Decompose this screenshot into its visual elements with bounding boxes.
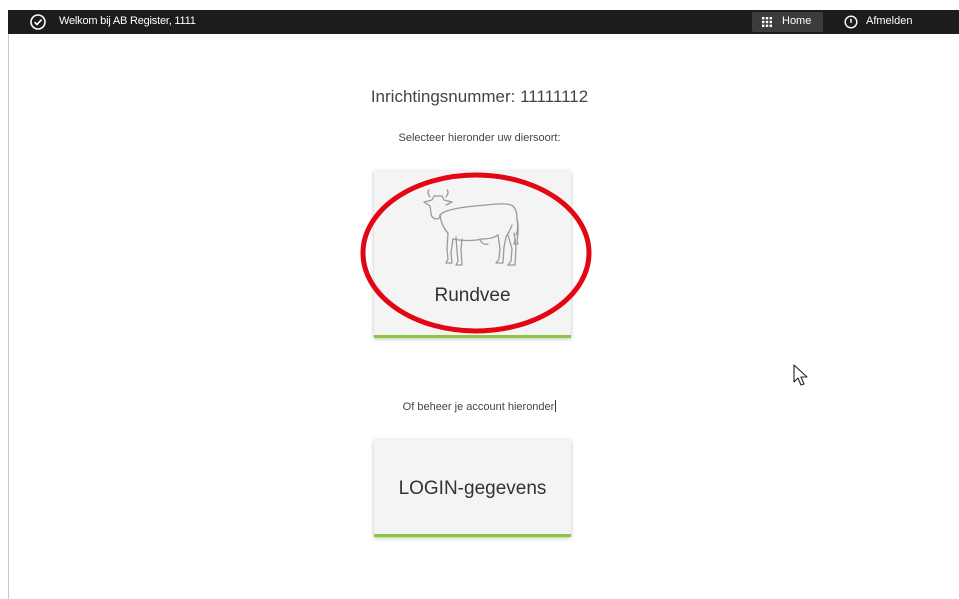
power-icon — [844, 15, 858, 29]
logout-label: Afmelden — [866, 15, 913, 27]
top-bar: Welkom bij AB Register, 1111 Home Afmeld… — [8, 10, 959, 34]
welcome-text: Welkom bij AB Register, 1111 — [59, 15, 196, 27]
home-button[interactable]: Home — [752, 12, 823, 32]
logout-link[interactable]: Afmelden — [842, 12, 932, 32]
rundvee-card[interactable]: Rundvee — [374, 171, 571, 338]
grid-icon — [762, 17, 772, 27]
login-label: LOGIN-gegevens — [398, 478, 547, 499]
home-label: Home — [782, 15, 812, 27]
rundvee-label: Rundvee — [434, 285, 511, 306]
account-prompt: Of beheer je account hieronder — [0, 400, 959, 413]
text-caret — [555, 400, 557, 412]
cow-icon — [423, 189, 519, 266]
login-card[interactable]: LOGIN-gegevens — [374, 440, 571, 537]
page-title: Inrichtingsnummer: 11111112 — [370, 87, 589, 106]
account-prompt-text: Of beheer je account hieronder — [402, 401, 555, 413]
check-circle-icon — [30, 14, 46, 30]
species-prompt: Selecteer hieronder uw diersoort: — [398, 132, 561, 144]
mouse-cursor-icon — [793, 364, 808, 386]
